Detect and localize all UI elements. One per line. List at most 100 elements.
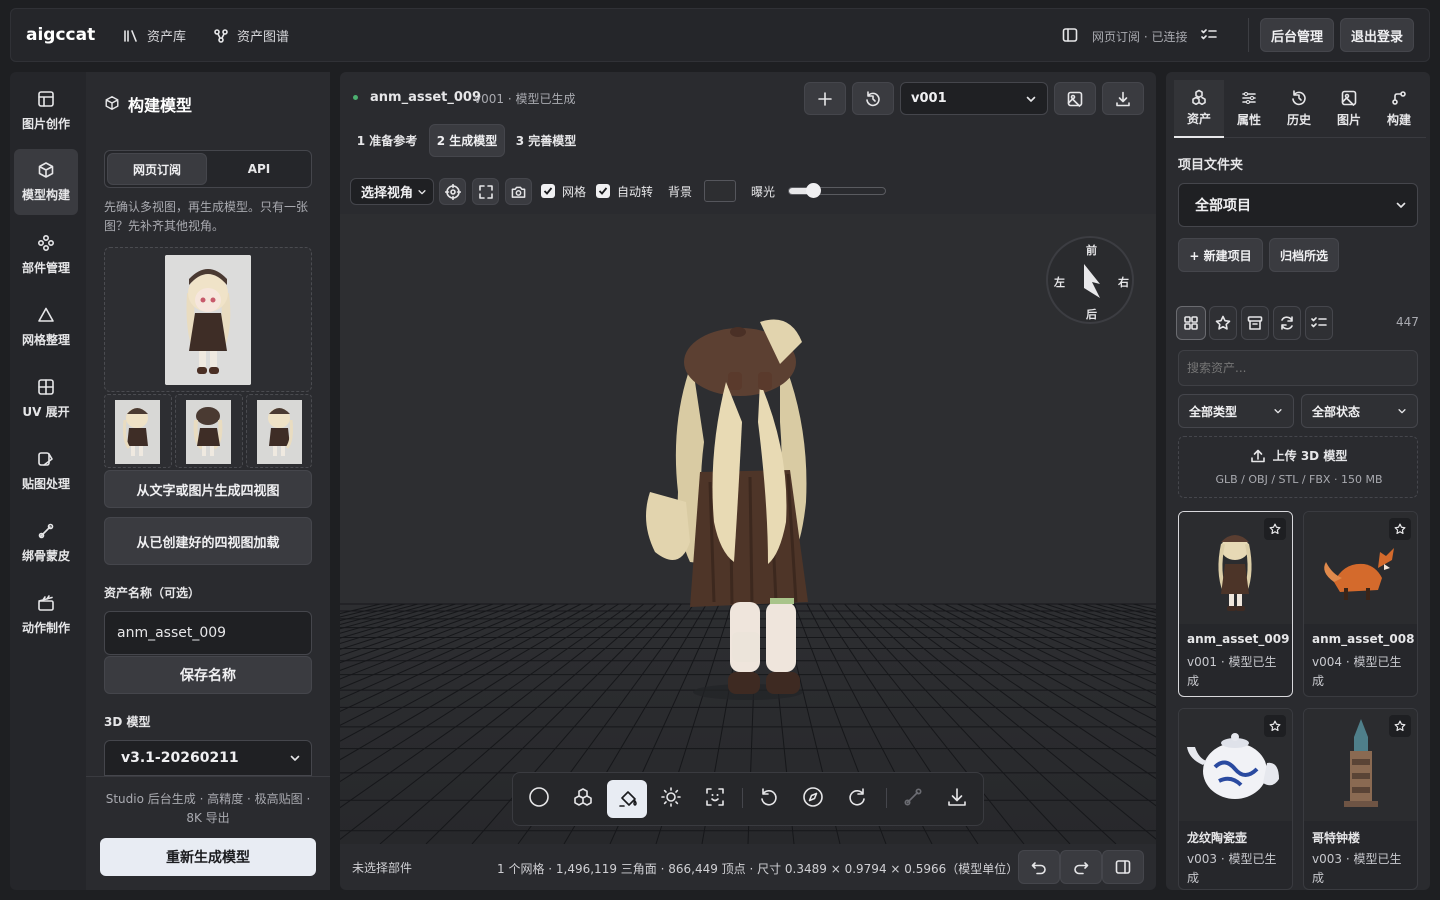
nav-asset-graph[interactable]: 资产图谱: [213, 26, 289, 45]
asset-name-input[interactable]: anm_asset_009: [104, 611, 312, 655]
focus-frame-icon[interactable]: [704, 786, 726, 808]
generate-four-view-button[interactable]: 从文字或图片生成四视图: [104, 470, 312, 508]
checklist-icon[interactable]: [1201, 27, 1217, 43]
download-button[interactable]: [1102, 82, 1144, 115]
reference-right-slot[interactable]: [246, 394, 312, 468]
favorites-button[interactable]: [1209, 306, 1237, 340]
compass-left[interactable]: 左: [1054, 274, 1065, 290]
project-folder-select[interactable]: 全部项目: [1178, 183, 1418, 227]
solid-view-icon[interactable]: [528, 786, 550, 808]
refresh-button[interactable]: [1273, 306, 1301, 340]
panel-toggle-icon[interactable]: [1062, 27, 1078, 43]
rail-item-label: 图片创作: [21, 117, 70, 131]
favorite-button[interactable]: [1389, 518, 1411, 540]
toolbar-divider: [886, 788, 887, 808]
rail-item-mesh[interactable]: 网格整理: [14, 294, 78, 360]
rail-item-texture[interactable]: 贴图处理: [14, 438, 78, 504]
tab-images-label: 图片: [1336, 113, 1361, 127]
tab-assets[interactable]: 资产: [1174, 80, 1224, 138]
asset-search-input[interactable]: [1178, 350, 1418, 386]
exposure-slider[interactable]: [788, 187, 886, 195]
save-name-button[interactable]: 保存名称: [104, 656, 312, 694]
status-filter-value: 全部状态: [1312, 404, 1361, 419]
autorotate-checkbox[interactable]: [596, 184, 610, 198]
graph-icon: [213, 28, 229, 44]
archive-selected-button[interactable]: 归档所选: [1269, 238, 1339, 272]
screenshot-button[interactable]: [505, 178, 532, 205]
tab-api[interactable]: API: [210, 153, 308, 185]
logout-button[interactable]: 退出登录: [1340, 18, 1414, 52]
reference-right-image: [257, 400, 302, 464]
reference-back-slot[interactable]: [175, 394, 243, 468]
admin-button[interactable]: 后台管理: [1260, 18, 1334, 52]
tab-build[interactable]: 构建: [1374, 80, 1424, 138]
favorite-button[interactable]: [1389, 715, 1411, 737]
texture-view-button[interactable]: [607, 780, 647, 818]
compass-right[interactable]: 右: [1118, 274, 1129, 290]
nav-asset-library[interactable]: 资产库: [123, 26, 186, 45]
load-four-view-button[interactable]: 从已创建好的四视图加载: [104, 517, 312, 565]
reference-left-slot[interactable]: [104, 394, 172, 468]
favorite-button[interactable]: [1264, 518, 1286, 540]
rail-item-label: 贴图处理: [21, 477, 70, 491]
rail-item-rigging[interactable]: 绑骨蒙皮: [14, 510, 78, 576]
type-filter-value: 全部类型: [1189, 404, 1238, 419]
history-button[interactable]: [852, 82, 894, 115]
mesh-icon: [37, 306, 55, 324]
upload-dropzone[interactable]: 上传 3D 模型 GLB / OBJ / STL / FBX · 150 MB: [1178, 436, 1418, 498]
tab-images[interactable]: 图片: [1324, 80, 1374, 138]
model-version-select[interactable]: v3.1-20260211: [104, 740, 312, 776]
rail-item-label: 网格整理: [21, 333, 70, 347]
view-compass[interactable]: 前 后 左 右: [1046, 236, 1134, 324]
parts-view-icon[interactable]: [572, 786, 594, 808]
version-select[interactable]: v001: [900, 82, 1048, 115]
view-select[interactable]: 选择视角: [350, 178, 434, 205]
rail-item-uv[interactable]: UV 展开: [14, 366, 78, 432]
regenerate-model-button[interactable]: 重新生成模型: [100, 838, 316, 876]
snapshot-button[interactable]: [1054, 82, 1096, 115]
viewport-3d[interactable]: 前 后 左 右: [340, 214, 1156, 844]
grid-view-button[interactable]: [1176, 306, 1206, 340]
logo[interactable]: aigccat: [26, 25, 95, 45]
toggle-sidebar-button[interactable]: [1102, 850, 1144, 884]
add-button[interactable]: [804, 82, 846, 115]
asset-card[interactable]: 龙纹陶瓷壶 v003 · 模型已生成: [1178, 708, 1293, 890]
compass-back[interactable]: 后: [1086, 306, 1097, 322]
tab-properties[interactable]: 属性: [1224, 80, 1274, 138]
step-prepare-reference[interactable]: 1 准备参考: [352, 124, 422, 157]
type-filter-select[interactable]: 全部类型: [1178, 394, 1294, 428]
asset-card[interactable]: 哥特钟楼 v003 · 模型已生成: [1303, 708, 1418, 890]
step-refine-model[interactable]: 3 完善模型: [510, 124, 582, 157]
asset-card[interactable]: anm_asset_008 v004 · 模型已生成: [1303, 511, 1418, 697]
rotate-left-icon[interactable]: [758, 786, 780, 808]
paint-bucket-icon: [619, 791, 637, 807]
new-project-button[interactable]: + 新建项目: [1178, 238, 1263, 272]
rail-item-parts[interactable]: 部件管理: [14, 222, 78, 288]
archive-view-button[interactable]: [1241, 306, 1269, 340]
background-color-swatch[interactable]: [704, 180, 736, 202]
fullscreen-button[interactable]: [472, 178, 499, 205]
compass-front[interactable]: 前: [1086, 242, 1097, 258]
compass-nav-icon[interactable]: [802, 786, 824, 808]
step-generate-model[interactable]: 2 生成模型: [429, 124, 505, 157]
favorite-button[interactable]: [1264, 715, 1286, 737]
lighting-icon[interactable]: [660, 786, 682, 808]
rail-item-animation[interactable]: 动作制作: [14, 582, 78, 648]
rotate-right-icon[interactable]: [846, 786, 868, 808]
history-icon: [1291, 90, 1307, 106]
tab-history[interactable]: 历史: [1274, 80, 1324, 138]
rail-item-model-build[interactable]: 模型构建: [14, 149, 78, 215]
select-mode-button[interactable]: [1305, 306, 1333, 340]
main-reference-slot[interactable]: [104, 247, 312, 392]
crosshair-button[interactable]: [439, 178, 466, 205]
rail-item-image-create[interactable]: 图片创作: [14, 78, 78, 144]
undo-button[interactable]: [1018, 850, 1060, 884]
bone-tool-icon[interactable]: [902, 786, 924, 808]
asset-card[interactable]: anm_asset_009 v001 · 模型已生成: [1178, 511, 1293, 697]
exposure-slider-thumb[interactable]: [805, 183, 821, 198]
grid-checkbox[interactable]: [541, 184, 555, 198]
download-model-icon[interactable]: [946, 786, 968, 808]
status-filter-select[interactable]: 全部状态: [1301, 394, 1418, 428]
tab-web-subscription[interactable]: 网页订阅: [107, 153, 207, 185]
redo-button[interactable]: [1060, 850, 1102, 884]
